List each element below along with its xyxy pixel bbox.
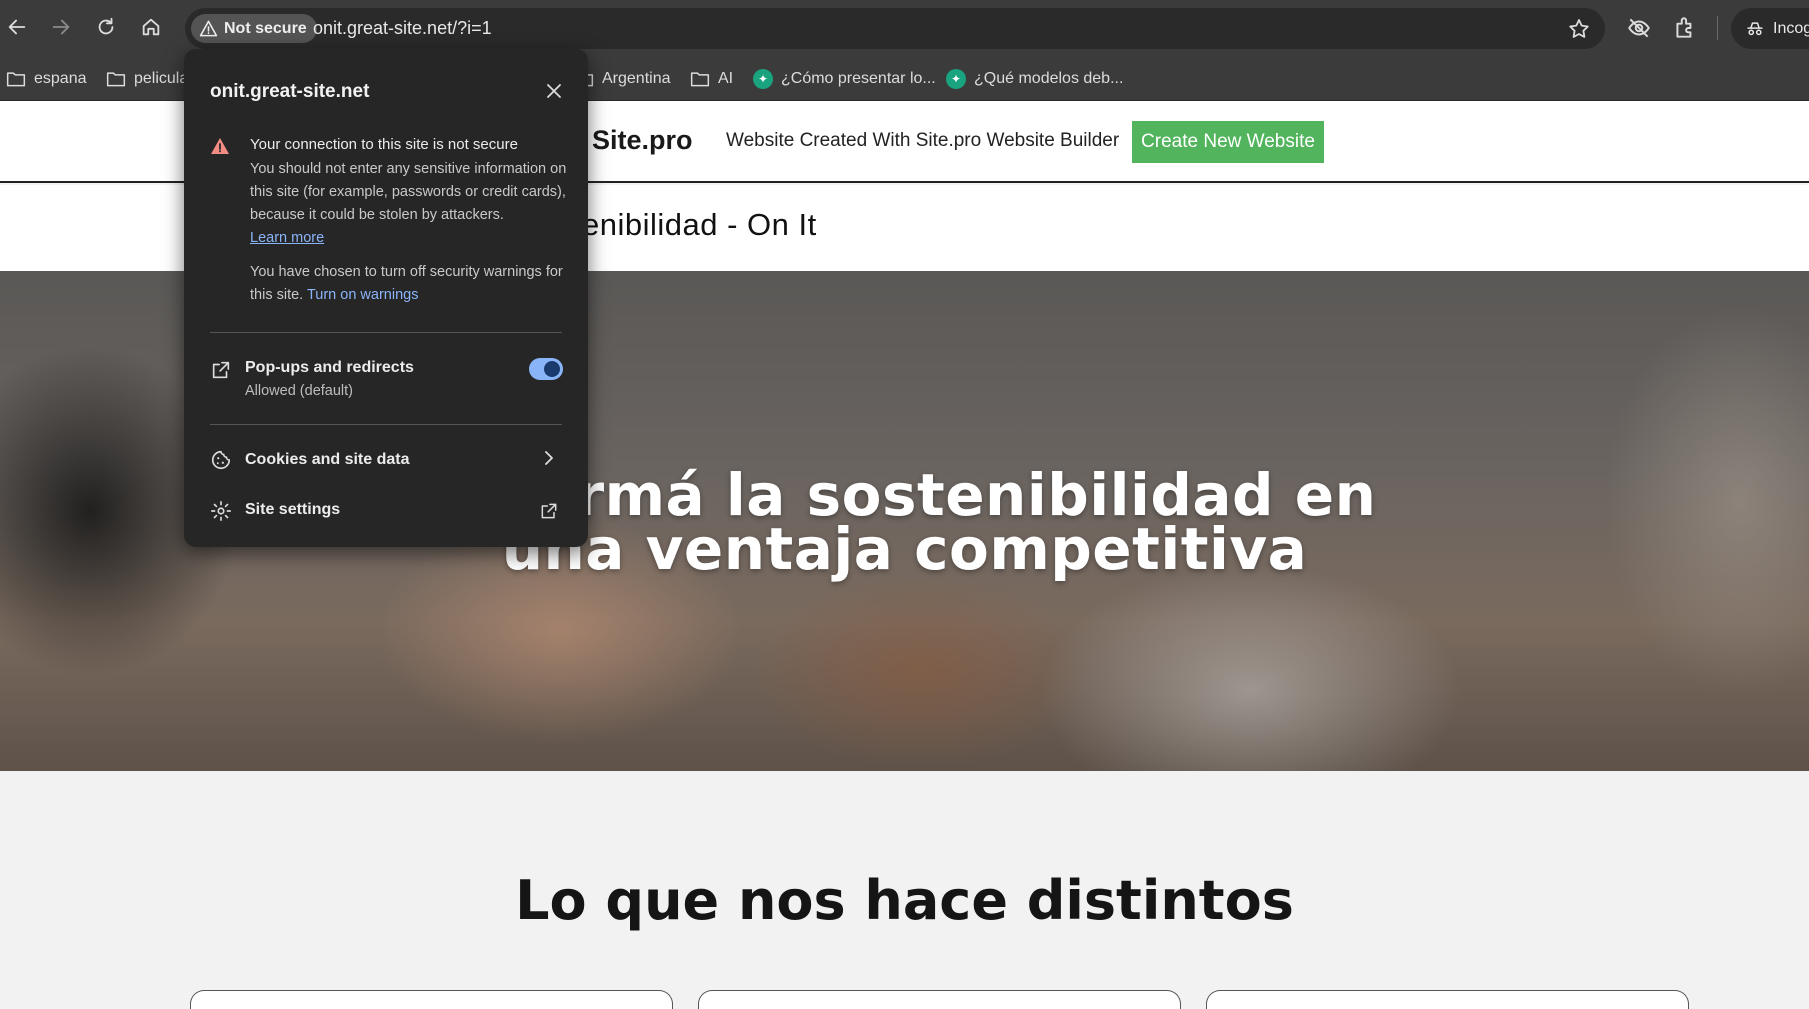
connection-warning-body: You should not enter any sensitive infor… — [250, 158, 568, 250]
turn-on-warnings-link[interactable]: Turn on warnings — [307, 287, 419, 303]
bookmark-label: pelicula — [134, 70, 189, 87]
connection-warning-title: Your connection to this site is not secu… — [250, 136, 518, 153]
folder-icon — [106, 72, 126, 87]
section-title: Lo que nos hace distintos — [515, 869, 1294, 932]
home-button[interactable] — [134, 10, 168, 44]
feature-card — [190, 990, 673, 1009]
bookmark-label: AI — [718, 70, 734, 87]
bookmark-label: ¿Qué modelos deb... — [974, 70, 1124, 87]
incognito-label: Incog — [1773, 19, 1809, 37]
back-button[interactable] — [0, 10, 34, 44]
incognito-icon — [1747, 21, 1763, 35]
popup-divider — [210, 424, 562, 425]
bookmark-folder-argentina[interactable]: Argentina — [574, 64, 671, 94]
feature-card — [1206, 990, 1689, 1009]
chatgpt-icon: ✦ — [753, 69, 773, 89]
popup-site-title: onit.great-site.net — [210, 81, 370, 102]
bookmark-star-icon[interactable] — [1567, 17, 1591, 41]
not-secure-chip[interactable]: Not secure — [191, 14, 317, 43]
forward-arrow-icon — [52, 19, 70, 35]
cookies-site-data-label: Cookies and site data — [245, 451, 410, 468]
bookmark-folder-espana[interactable]: espana — [6, 64, 87, 94]
browser-window: Not secure onit.great-site.net/?i=1 Inco… — [0, 0, 1809, 1009]
toolbar-separator — [1717, 16, 1718, 40]
open-external-icon — [212, 361, 230, 379]
folder-icon — [6, 72, 26, 87]
builder-text: Website Created With Site.pro Website Bu… — [726, 130, 1120, 151]
bookmark-label: Argentina — [602, 70, 671, 87]
popup-divider — [210, 332, 562, 333]
warnings-off-note: You have chosen to turn off security war… — [250, 261, 568, 307]
cookie-icon — [211, 450, 231, 470]
create-new-website-button[interactable]: Create New Website — [1132, 121, 1324, 163]
open-external-icon — [541, 503, 557, 519]
browser-toolbar: Not secure onit.great-site.net/?i=1 Inco… — [0, 0, 1809, 56]
site-title: enibilidad - On It — [582, 207, 817, 242]
popups-redirects-toggle[interactable] — [529, 358, 563, 380]
site-pro-brand[interactable]: Site.pro — [592, 125, 693, 156]
chatgpt-icon: ✦ — [946, 69, 966, 89]
reload-icon — [98, 17, 114, 35]
folder-icon — [690, 72, 710, 87]
incognito-indicator[interactable]: Incog — [1731, 8, 1809, 49]
bookmark-label: espana — [34, 70, 87, 87]
extensions-puzzle-icon[interactable] — [1672, 15, 1698, 41]
bookmark-label: ¿Cómo presentar lo... — [781, 70, 936, 87]
site-settings-label: Site settings — [245, 501, 341, 518]
warning-triangle-icon — [199, 20, 218, 37]
bookmark-que-modelos[interactable]: ✦ ¿Qué modelos deb... — [946, 64, 1123, 94]
reload-button[interactable] — [89, 10, 123, 44]
popups-redirects-label: Pop-ups and redirects — [245, 359, 414, 376]
gear-icon — [211, 501, 231, 521]
back-arrow-icon — [8, 19, 26, 35]
close-icon[interactable] — [546, 83, 562, 99]
eye-off-icon[interactable] — [1626, 15, 1652, 41]
site-info-popup: onit.great-site.net Your connection to t… — [184, 49, 588, 547]
forward-button[interactable] — [44, 10, 78, 44]
learn-more-link[interactable]: Learn more — [250, 230, 324, 246]
bookmark-folder-pelicula[interactable]: pelicula — [106, 64, 188, 94]
bookmark-como-presentar[interactable]: ✦ ¿Cómo presentar lo... — [753, 64, 936, 94]
feature-card — [698, 990, 1181, 1009]
home-icon — [142, 18, 160, 36]
warning-body-text: You should not enter any sensitive infor… — [250, 161, 567, 223]
address-bar[interactable]: Not secure onit.great-site.net/?i=1 — [185, 8, 1605, 49]
url-text[interactable]: onit.great-site.net/?i=1 — [313, 18, 492, 39]
not-secure-label: Not secure — [224, 19, 307, 37]
warning-triangle-icon — [211, 138, 229, 154]
popups-redirects-status: Allowed (default) — [245, 383, 353, 399]
bookmark-folder-ai[interactable]: AI — [690, 64, 733, 94]
chevron-right-icon — [545, 451, 553, 465]
